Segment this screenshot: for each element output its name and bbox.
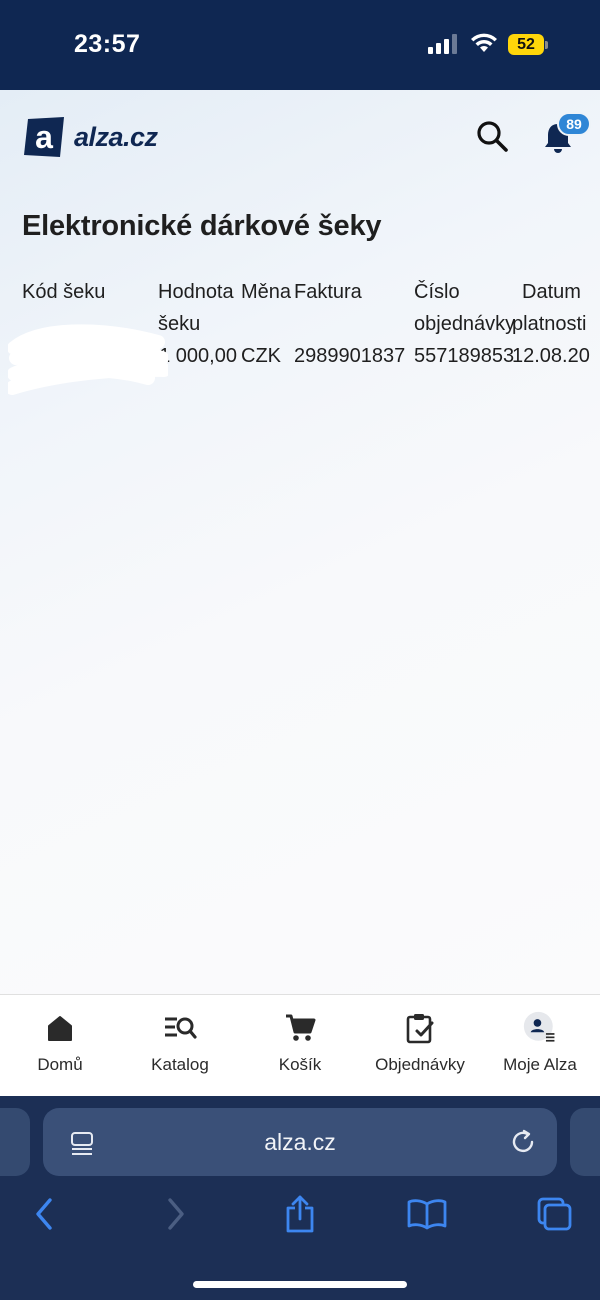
- cart-icon: [283, 1011, 317, 1045]
- home-icon: [43, 1011, 77, 1045]
- back-icon[interactable]: [32, 1196, 58, 1232]
- logo-text: alza.cz: [74, 121, 158, 152]
- tab-orders[interactable]: Objednávky: [360, 995, 480, 1097]
- notification-badge: 89: [557, 112, 591, 136]
- column-header-code: Kód šeku: [22, 276, 105, 308]
- alza-logo[interactable]: a alza.cz: [22, 114, 158, 160]
- alza-logo-icon: a: [24, 117, 64, 157]
- column-header-order: Číslo objednávky: [414, 276, 515, 340]
- url-text: alza.cz: [264, 1128, 336, 1155]
- column-header-valid-until-line2: platnosti: [512, 313, 587, 335]
- next-tab-preview[interactable]: [570, 1108, 600, 1176]
- cell-invoice: 2989901837: [294, 345, 406, 367]
- browser-toolbar: alza.cz: [0, 1096, 600, 1300]
- tab-catalog[interactable]: Katalog: [120, 995, 240, 1097]
- column-header-currency-line: Měna: [241, 281, 292, 303]
- reload-icon[interactable]: [509, 1128, 537, 1156]
- bottom-tab-bar: Domů Katalog Košík Objednávky Moje Alza: [0, 994, 600, 1096]
- battery-level: 52: [508, 34, 544, 55]
- account-icon: [523, 1011, 557, 1045]
- previous-tab-preview[interactable]: [0, 1108, 30, 1176]
- column-header-code-line: Kód šeku: [22, 281, 106, 303]
- tab-my-alza[interactable]: Moje Alza: [480, 995, 600, 1097]
- catalog-search-icon: [163, 1011, 197, 1045]
- column-header-order-line1: Číslo: [414, 281, 460, 303]
- cell-currency: CZK: [241, 345, 281, 367]
- cell-order: 557189853: [414, 345, 515, 367]
- forward-icon[interactable]: [162, 1196, 188, 1232]
- column-header-currency: Měna: [241, 276, 291, 308]
- column-header-valid-until-line1: Datum: [522, 281, 581, 303]
- status-time: 23:57: [74, 30, 141, 58]
- tab-home[interactable]: Domů: [0, 995, 120, 1097]
- bookmarks-icon[interactable]: [406, 1198, 448, 1230]
- tab-home-label: Domů: [37, 1055, 83, 1074]
- tab-catalog-label: Katalog: [151, 1055, 209, 1074]
- page-title: Elektronické dárkové šeky: [22, 210, 382, 242]
- home-indicator: [193, 1281, 407, 1288]
- svg-text:a: a: [35, 119, 53, 155]
- tab-my-alza-label: Moje Alza: [503, 1055, 577, 1074]
- page-menu-icon[interactable]: [69, 1130, 95, 1156]
- wifi-icon: [471, 33, 497, 52]
- share-icon[interactable]: [284, 1194, 316, 1234]
- address-bar[interactable]: alza.cz: [43, 1108, 557, 1176]
- redaction-scribble: [8, 324, 168, 395]
- tabs-icon[interactable]: [536, 1196, 574, 1232]
- search-icon[interactable]: [474, 118, 510, 154]
- column-header-invoice: Faktura: [294, 276, 362, 308]
- column-header-value: Hodnota šeku: [158, 276, 234, 340]
- tab-orders-label: Objednávky: [375, 1055, 465, 1074]
- column-header-value-line1: Hodnota: [158, 281, 234, 303]
- orders-clipboard-icon: [403, 1011, 437, 1045]
- battery-icon: 52: [508, 34, 548, 55]
- signal-icon: [428, 34, 457, 54]
- page-content: a alza.cz 89 Elektronické dárkové šeky K…: [0, 90, 600, 994]
- status-bar: 23:57 52: [0, 0, 600, 90]
- column-header-valid-until: Datum platnosti: [512, 276, 587, 340]
- column-header-order-line2: objednávky: [414, 313, 516, 335]
- tab-cart-label: Košík: [278, 1055, 322, 1074]
- column-header-invoice-line: Faktura: [294, 281, 362, 303]
- tab-cart[interactable]: Košík: [240, 995, 360, 1097]
- cell-valid-until: 12.08.20: [512, 345, 590, 367]
- battery-cap: [545, 41, 548, 49]
- column-header-value-line2: šeku: [158, 313, 201, 335]
